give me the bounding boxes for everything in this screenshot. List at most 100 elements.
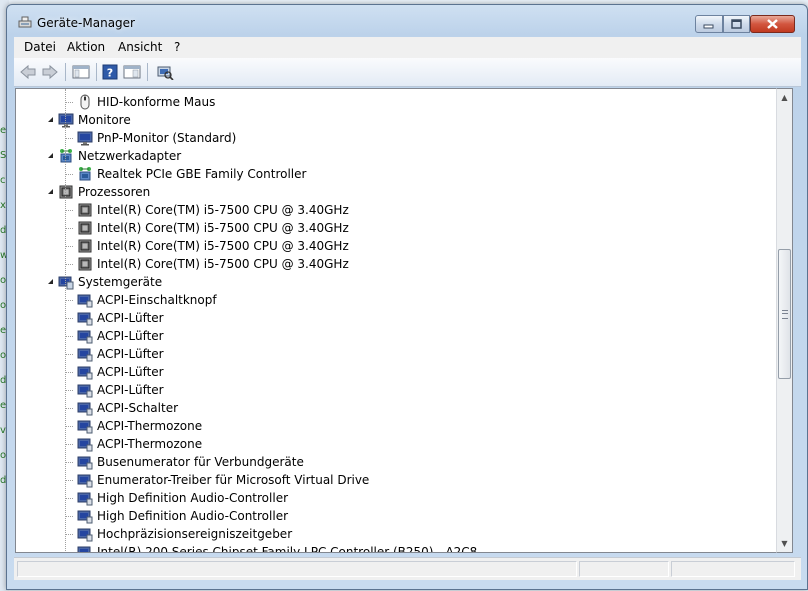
tree-device-item[interactable]: ACPI-Lüfter (16, 327, 777, 345)
tree-item-label: ACPI-Thermozone (97, 437, 203, 451)
system-device-icon (77, 384, 93, 398)
title-bar[interactable]: Geräte-Manager (7, 5, 807, 37)
forward-icon[interactable] (41, 64, 59, 80)
tree-item-label: Monitore (78, 113, 131, 127)
tree-connector-line (65, 552, 73, 553)
menu-bar: Datei Aktion Ansicht ? (14, 37, 801, 59)
tree-item-label: ACPI-Lüfter (97, 329, 164, 343)
scroll-up-arrow[interactable]: ▲ (777, 89, 792, 106)
tree-device-item[interactable]: ACPI-Lüfter (16, 363, 777, 381)
processor-icon (78, 239, 92, 253)
tree-category-item[interactable]: Netzwerkadapter (16, 147, 777, 165)
system-device-icon (77, 348, 93, 362)
expand-collapse-icon[interactable] (47, 152, 54, 159)
tree-item-label: Netzwerkadapter (78, 149, 182, 163)
tree-device-item[interactable]: HID-konforme Maus (16, 93, 777, 111)
tree-item-label: ACPI-Lüfter (97, 383, 164, 397)
tree-item-label: ACPI-Lüfter (97, 365, 164, 379)
menu-aktion[interactable]: Aktion (67, 40, 105, 54)
tree-device-item[interactable]: ACPI-Einschaltknopf (16, 291, 777, 309)
scroll-down-arrow[interactable]: ▼ (777, 535, 792, 552)
show-hide-console-tree-icon[interactable] (72, 64, 90, 80)
scroll-thumb[interactable] (778, 249, 791, 379)
tree-item-label: Realtek PCIe GBE Family Controller (97, 167, 307, 181)
toolbar: ? (14, 58, 801, 87)
system-device-icon (77, 438, 93, 452)
tree-device-item[interactable]: Intel(R) Core(TM) i5-7500 CPU @ 3.40GHz (16, 237, 777, 255)
tree-device-item[interactable]: Enumerator-Treiber für Microsoft Virtual… (16, 471, 777, 489)
vertical-scrollbar[interactable]: ▲ ▼ (776, 88, 793, 553)
minimize-button[interactable] (695, 15, 723, 33)
tree-connector-line (65, 462, 73, 463)
tree-connector-line (65, 516, 73, 517)
tree-connector-line (65, 264, 73, 265)
back-icon[interactable] (19, 64, 37, 80)
expand-collapse-icon[interactable] (47, 278, 54, 285)
system-devices-icon (58, 276, 74, 290)
menu-ansicht[interactable]: Ansicht (118, 40, 162, 54)
tree-item-label: ACPI-Lüfter (97, 347, 164, 361)
tree-device-item[interactable]: Intel(R) 200 Series Chipset Family LPC C… (16, 543, 777, 553)
tree-device-item[interactable]: ACPI-Thermozone (16, 435, 777, 453)
tree-item-label: Systemgeräte (78, 275, 163, 289)
tree-item-label: ACPI-Einschaltknopf (97, 293, 217, 307)
tree-device-item[interactable]: High Definition Audio-Controller (16, 489, 777, 507)
tree-device-item[interactable]: ACPI-Thermozone (16, 417, 777, 435)
tree-device-item[interactable]: ACPI-Lüfter (16, 309, 777, 327)
network-adapter-icon (60, 149, 72, 163)
tree-category-item[interactable]: Prozessoren (16, 183, 777, 201)
tree-device-item[interactable]: Busenumerator für Verbundgeräte (16, 453, 777, 471)
processor-icon (78, 257, 92, 271)
system-device-icon (77, 402, 93, 416)
help-icon[interactable]: ? (102, 64, 118, 80)
tree-connector-line (65, 408, 73, 409)
device-tree[interactable]: HID-konforme Maus Monitore PnP-Monitor (St… (15, 88, 777, 553)
properties-icon[interactable] (123, 64, 141, 80)
tree-device-item[interactable]: Realtek PCIe GBE Family Controller (16, 165, 777, 183)
tree-category-item[interactable]: Systemgeräte (16, 273, 777, 291)
menu-help[interactable]: ? (174, 40, 180, 54)
tree-device-item[interactable]: ACPI-Lüfter (16, 345, 777, 363)
tree-device-item[interactable]: ACPI-Schalter (16, 399, 777, 417)
status-bar (14, 557, 801, 580)
tree-device-item[interactable]: Hochpräzisionsereigniszeitgeber (16, 525, 777, 543)
tree-item-label: ACPI-Thermozone (97, 419, 203, 433)
tree-device-item[interactable]: Intel(R) Core(TM) i5-7500 CPU @ 3.40GHz (16, 255, 777, 273)
close-button[interactable] (750, 15, 795, 33)
status-panel (579, 561, 669, 577)
maximize-button[interactable] (723, 15, 750, 33)
minimize-icon (703, 24, 714, 29)
tree-connector-line (65, 354, 73, 355)
expand-collapse-icon[interactable] (47, 188, 54, 195)
tree-device-item[interactable]: Intel(R) Core(TM) i5-7500 CPU @ 3.40GHz (16, 201, 777, 219)
tree-item-label: HID-konforme Maus (97, 95, 216, 109)
status-panel (671, 561, 795, 577)
processor-icon (59, 185, 73, 199)
tree-device-item[interactable]: ACPI-Lüfter (16, 381, 777, 399)
system-device-icon (77, 546, 91, 552)
tree-item-label: Intel(R) Core(TM) i5-7500 CPU @ 3.40GHz (97, 239, 349, 253)
expand-collapse-icon[interactable] (47, 116, 54, 123)
tree-device-item[interactable]: PnP-Monitor (Standard) (16, 129, 777, 147)
tree-connector-line (65, 390, 73, 391)
tree-category-item[interactable]: Monitore (16, 111, 777, 129)
tree-connector-line (65, 228, 73, 229)
close-icon (767, 19, 778, 29)
tree-connector-line (65, 498, 73, 499)
svg-text:?: ? (107, 67, 113, 80)
tree-connector-line (65, 318, 73, 319)
tree-connector-line (65, 174, 73, 175)
menu-datei[interactable]: Datei (24, 40, 56, 54)
background-text-fragment: c (0, 175, 6, 186)
processor-icon (78, 203, 92, 217)
tree-item-label: PnP-Monitor (Standard) (97, 131, 237, 145)
device-manager-window: Geräte-Manager Datei Aktion Ansicht ? ? … (6, 4, 808, 590)
system-device-icon (77, 510, 93, 524)
tree-item-label: High Definition Audio-Controller (97, 491, 289, 505)
tree-device-item[interactable]: High Definition Audio-Controller (16, 507, 777, 525)
tree-device-item[interactable]: Intel(R) Core(TM) i5-7500 CPU @ 3.40GHz (16, 219, 777, 237)
tree-item-label: Intel(R) 200 Series Chipset Family LPC C… (97, 545, 478, 553)
network-adapter-icon (79, 167, 91, 181)
tree-connector-line (65, 102, 73, 103)
scan-hardware-icon[interactable] (156, 64, 174, 80)
